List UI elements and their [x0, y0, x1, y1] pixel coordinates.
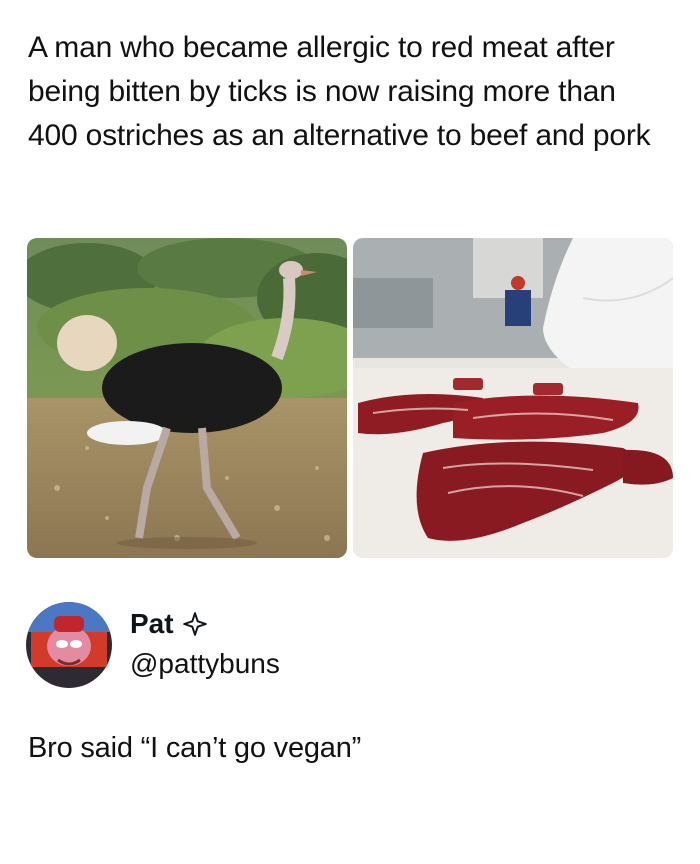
sparkle-star-icon — [182, 611, 208, 637]
raw-steaks-photo[interactable] — [353, 238, 673, 558]
ostrich-photo[interactable] — [27, 238, 347, 558]
post-headline: A man who became allergic to red meat af… — [28, 31, 651, 152]
display-name[interactable]: Pat — [130, 608, 174, 640]
user-handle[interactable]: @pattybuns — [130, 648, 280, 680]
author-name-row: Pat — [130, 606, 208, 642]
reply-text: Bro said “I can’t go vegan” — [28, 732, 362, 764]
avatar[interactable] — [26, 602, 112, 688]
